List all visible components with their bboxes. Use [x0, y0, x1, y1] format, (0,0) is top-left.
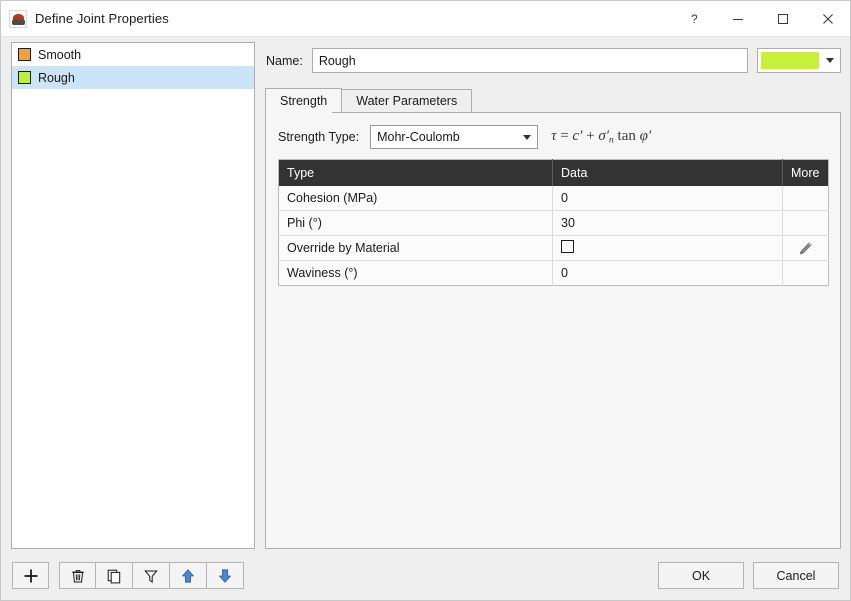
formula-sigma-subscript: n	[609, 135, 614, 146]
formula-tan: tan	[617, 128, 636, 145]
add-icon	[24, 569, 37, 582]
strength-type-label: Strength Type:	[278, 130, 360, 144]
define-joint-properties-dialog: Define Joint Properties ? Smooth Rough N…	[0, 0, 851, 601]
strength-type-dropdown[interactable]: Mohr-Coulomb	[370, 125, 539, 149]
title-bar: Define Joint Properties ?	[1, 1, 850, 36]
strength-type-row: Strength Type: Mohr-Coulomb τ = c′ + σ′n…	[278, 125, 651, 149]
minimize-icon[interactable]	[715, 1, 760, 36]
close-icon[interactable]	[805, 1, 850, 36]
row-data-value[interactable]	[552, 235, 783, 261]
column-header-more: More	[782, 159, 829, 186]
color-picker-dropdown[interactable]	[757, 48, 841, 73]
row-data-value[interactable]: 30	[552, 210, 783, 236]
color-swatch	[18, 71, 31, 84]
column-header-type: Type	[278, 159, 553, 186]
help-icon[interactable]: ?	[675, 1, 715, 36]
arrow-up-icon	[182, 568, 194, 583]
formula-phi: φ′	[639, 128, 652, 145]
list-item-label: Smooth	[38, 47, 82, 62]
strength-type-value: Mohr-Coulomb	[377, 130, 460, 144]
application-icon	[9, 9, 27, 28]
color-swatch	[18, 48, 31, 61]
chevron-down-icon	[523, 134, 532, 140]
table-header-row: Type Data More	[278, 159, 829, 186]
row-data-value[interactable]: 0	[552, 260, 783, 286]
pencil-icon[interactable]	[797, 240, 814, 257]
list-item[interactable]: Rough	[12, 66, 254, 89]
ok-button[interactable]: OK	[658, 562, 744, 589]
row-more-cell	[782, 260, 829, 286]
copy-icon	[107, 569, 121, 583]
joint-list[interactable]: Smooth Rough	[11, 42, 255, 549]
strength-formula: τ = c′ + σ′n tan φ′	[551, 128, 651, 145]
row-data-value[interactable]: 0	[552, 185, 783, 211]
formula-equals: =	[560, 128, 569, 145]
tab-strip: Strength Water Parameters	[265, 88, 473, 112]
row-type-label: Cohesion (MPa)	[278, 185, 553, 211]
override-by-material-checkbox[interactable]	[561, 240, 574, 253]
row-type-label: Override by Material	[278, 235, 553, 261]
row-more-cell[interactable]	[782, 235, 829, 261]
window-title: Define Joint Properties	[35, 11, 169, 26]
move-down-button[interactable]	[207, 562, 244, 589]
row-type-label: Phi (°)	[278, 210, 553, 236]
window-controls: ?	[675, 1, 850, 36]
list-toolbar	[12, 562, 244, 589]
row-more-cell	[782, 185, 829, 211]
move-up-button[interactable]	[170, 562, 207, 589]
name-label: Name:	[266, 53, 303, 68]
name-input[interactable]	[311, 48, 748, 73]
arrow-down-icon	[219, 568, 231, 583]
maximize-icon[interactable]	[760, 1, 805, 36]
dialog-buttons: OK Cancel	[658, 562, 839, 589]
cancel-button[interactable]: Cancel	[753, 562, 839, 589]
column-header-data: Data	[552, 159, 783, 186]
formula-sigma: σ′	[598, 128, 610, 145]
table-row: Cohesion (MPa) 0	[278, 185, 829, 211]
formula-plus: +	[586, 128, 595, 145]
trash-icon	[71, 569, 84, 582]
funnel-icon	[144, 570, 158, 583]
delete-button[interactable]	[59, 562, 96, 589]
tab-strength[interactable]: Strength	[265, 88, 343, 112]
chevron-down-icon	[819, 58, 840, 63]
properties-table: Type Data More Cohesion (MPa) 0 Phi (°) …	[278, 159, 829, 286]
tab-panel-seam	[266, 111, 332, 113]
table-row: Phi (°) 30	[278, 210, 829, 236]
row-type-label: Waviness (°)	[278, 260, 553, 286]
formula-cohesion: c′	[572, 128, 583, 145]
strength-tab-panel: Strength Type: Mohr-Coulomb τ = c′ + σ′n…	[265, 112, 841, 549]
title-bar-divider	[1, 36, 850, 37]
filter-button[interactable]	[133, 562, 170, 589]
name-row: Name:	[266, 48, 841, 73]
formula-tau: τ	[551, 128, 557, 145]
duplicate-button[interactable]	[96, 562, 133, 589]
add-button[interactable]	[12, 562, 49, 589]
table-row: Waviness (°) 0	[278, 260, 829, 286]
tab-label: Water Parameters	[356, 94, 458, 108]
table-row: Override by Material	[278, 235, 829, 261]
tab-label: Strength	[280, 93, 328, 108]
tab-water-parameters[interactable]: Water Parameters	[341, 89, 473, 112]
list-item-label: Rough	[38, 70, 75, 85]
color-swatch-preview	[761, 52, 819, 69]
list-item[interactable]: Smooth	[12, 43, 254, 66]
row-more-cell	[782, 210, 829, 236]
svg-text:?: ?	[691, 12, 698, 26]
